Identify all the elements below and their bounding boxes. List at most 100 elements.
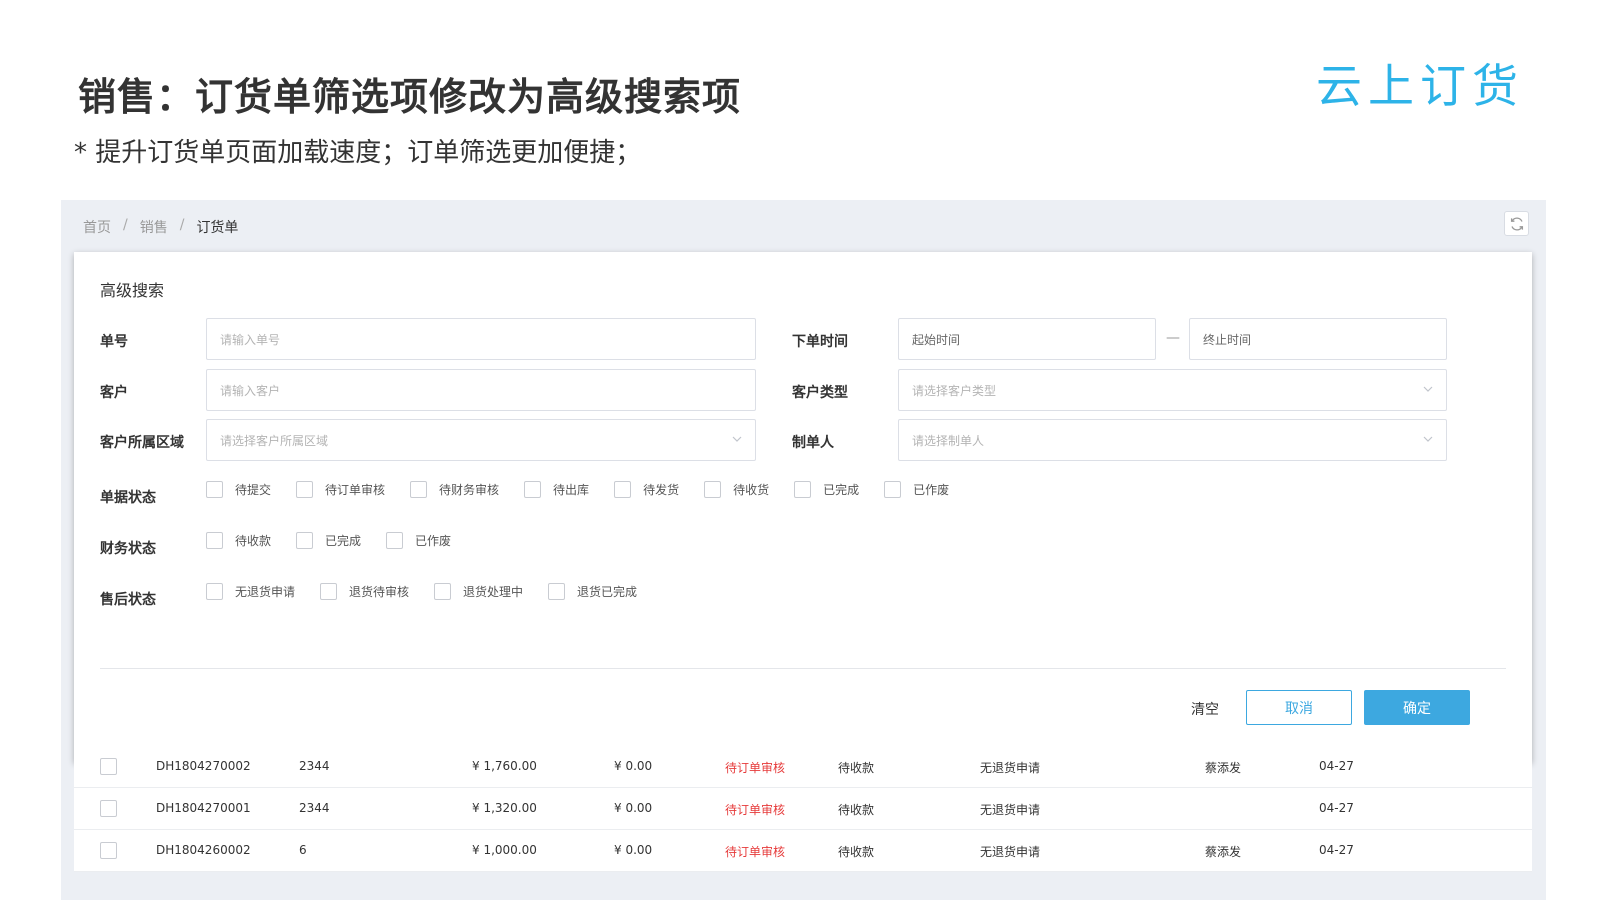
region-placeholder: 请选择客户所属区域 [220,433,329,448]
checkbox[interactable] [884,481,902,498]
doc-status-option[interactable]: 待收货 [704,481,769,498]
doc-status-option[interactable]: 待订单审核 [296,481,385,498]
customer-placeholder: 请输入客户 [220,383,281,398]
cell-aftersale: 无退货申请 [980,803,1041,817]
doc-status-option[interactable]: 已作废 [884,481,949,498]
customer-type-label: 客户类型 [792,385,848,401]
chevron-down-icon [1423,386,1433,392]
checkbox[interactable] [296,532,314,549]
end-time-input[interactable]: 终止时间 [1189,318,1447,360]
cell-status: 待订单审核 [725,761,786,775]
checkbox[interactable] [320,583,338,600]
cell-order-no[interactable]: DH1804270001 [156,801,251,815]
table-row[interactable]: DH1804270001 2344 ¥ 1,320.00 ¥ 0.00 待订单审… [74,788,1532,830]
customer-input[interactable]: 请输入客户 [206,369,756,411]
cell-aftersale: 无退货申请 [980,845,1041,859]
clear-button[interactable]: 清空 [1191,699,1219,719]
finance-status-option[interactable]: 已作废 [386,532,451,549]
aftersale-status-label: 售后状态 [100,592,156,608]
cell-date: 04-27 [1319,843,1354,857]
table-row[interactable]: DH1804270002 2344 ¥ 1,760.00 ¥ 0.00 待订单审… [74,746,1532,788]
breadcrumb-sales[interactable]: 销售 [140,217,168,237]
region-label: 客户所属区域 [100,435,184,451]
order-no-input[interactable]: 请输入单号 [206,318,756,360]
checkbox[interactable] [524,481,542,498]
checkbox[interactable] [410,481,428,498]
checkbox[interactable] [206,481,223,498]
doc-status-option[interactable]: 待出库 [524,481,589,498]
refresh-button[interactable] [1504,211,1529,236]
cell-amount: ¥ 1,000.00 [472,843,537,857]
cell-creator: 蔡添发 [1205,845,1242,859]
checkbox[interactable] [206,583,223,600]
chevron-down-icon [1423,436,1433,442]
order-no-placeholder: 请输入单号 [220,332,281,347]
checkbox[interactable] [614,481,632,498]
time-range-dash: — [1166,330,1180,346]
breadcrumb-current: 订货单 [196,220,239,236]
finance-status-option[interactable]: 待收款 [206,532,271,549]
table-row[interactable]: DH1804260002 6 ¥ 1,000.00 ¥ 0.00 待订单审核 待… [74,830,1532,872]
end-time-placeholder: 终止时间 [1203,332,1252,347]
checkbox[interactable] [296,481,314,498]
aftersale-status-option[interactable]: 退货已完成 [548,583,637,600]
cell-order-no[interactable]: DH1804260002 [156,843,251,857]
customer-type-select[interactable]: 请选择客户类型 [898,369,1447,411]
app-window: 首页 / 销售 / 订货单 高级搜索 单号 请输入单号 下单时间 起始时间 — … [61,200,1546,900]
brand-logo: 云上订货 [1316,59,1524,113]
chevron-down-icon [732,436,742,442]
finance-status-label: 财务状态 [100,541,156,557]
row-checkbox[interactable] [100,842,117,859]
checkbox[interactable] [434,583,452,600]
start-time-placeholder: 起始时间 [912,332,961,347]
panel-title: 高级搜索 [100,281,165,300]
checkbox[interactable] [386,532,404,549]
customer-type-placeholder: 请选择客户类型 [912,383,997,398]
cell-paid: ¥ 0.00 [614,801,653,815]
breadcrumb-separator: / [123,217,128,233]
cell-finance: 待收款 [838,845,875,859]
finance-status-option[interactable]: 已完成 [296,532,361,549]
creator-label: 制单人 [792,435,834,451]
cell-amount: ¥ 1,320.00 [472,801,537,815]
finance-status-options: 待收款 已完成 已作废 [206,532,476,549]
cell-paid: ¥ 0.00 [614,759,653,773]
cell-amount: ¥ 1,760.00 [472,759,537,773]
slide-title: 销售：订货单筛选项修改为高级搜索项 [78,75,742,119]
checkbox[interactable] [794,481,812,498]
order-time-label: 下单时间 [792,334,848,350]
customer-label: 客户 [100,385,128,401]
cell-finance: 待收款 [838,761,875,775]
checkbox[interactable] [704,481,722,498]
doc-status-option[interactable]: 待提交 [206,481,271,498]
checkbox[interactable] [548,583,566,600]
aftersale-status-option[interactable]: 退货待审核 [320,583,409,600]
doc-status-options: 待提交 待订单审核 待财务审核 待出库 待发货 待收货 已完成 已作废 [206,481,974,498]
region-select[interactable]: 请选择客户所属区域 [206,419,756,461]
doc-status-option[interactable]: 待财务审核 [410,481,499,498]
breadcrumb: 首页 / 销售 / 订货单 [83,217,238,237]
cancel-button[interactable]: 取消 [1246,690,1352,725]
breadcrumb-separator: / [179,217,185,233]
slide-subtitle: * 提升订货单页面加载速度；订单筛选更加便捷； [74,138,642,168]
row-checkbox[interactable] [100,800,117,817]
checkbox[interactable] [206,532,223,549]
start-time-input[interactable]: 起始时间 [898,318,1156,360]
order-no-label: 单号 [100,334,128,350]
cell-customer: 6 [299,843,307,857]
aftersale-status-option[interactable]: 退货处理中 [434,583,523,600]
order-table-body: DH1804270002 2344 ¥ 1,760.00 ¥ 0.00 待订单审… [74,746,1532,872]
cell-aftersale: 无退货申请 [980,761,1041,775]
doc-status-option[interactable]: 已完成 [794,481,859,498]
row-checkbox[interactable] [100,758,117,775]
confirm-button[interactable]: 确定 [1364,690,1470,725]
cell-status: 待订单审核 [725,845,786,859]
doc-status-option[interactable]: 待发货 [614,481,679,498]
cell-order-no[interactable]: DH1804270002 [156,759,251,773]
aftersale-status-option[interactable]: 无退货申请 [206,583,295,600]
cell-date: 04-27 [1319,759,1354,773]
doc-status-label: 单据状态 [100,490,156,506]
breadcrumb-home[interactable]: 首页 [83,217,111,237]
creator-select[interactable]: 请选择制单人 [898,419,1447,461]
cell-date: 04-27 [1319,801,1354,815]
